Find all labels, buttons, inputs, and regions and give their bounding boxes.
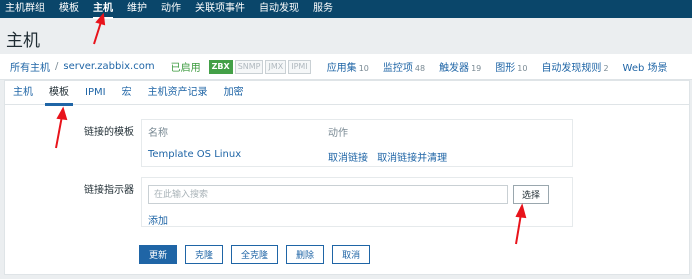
- badge-ipmi: IPMI: [288, 59, 311, 74]
- tab-host[interactable]: 主机: [13, 82, 33, 104]
- link-discovery-rules[interactable]: 自动发现规则 2: [541, 59, 608, 74]
- breadcrumb-all-hosts[interactable]: 所有主机: [10, 59, 50, 74]
- badge-snmp: SNMP: [234, 59, 264, 74]
- link-triggers[interactable]: 触发器 19: [439, 59, 481, 74]
- linked-templates-table: 名称 动作 Template OS Linux 取消链接 取消链接并清理: [141, 119, 573, 167]
- nav-maintenance[interactable]: 维护: [127, 0, 155, 18]
- link-indicator-label: 链接指示器: [84, 185, 134, 196]
- badge-jmx: JMX: [265, 59, 287, 74]
- link-discovery-rules-label: 自动发现规则: [541, 63, 602, 74]
- tab-templates[interactable]: 模板: [45, 82, 73, 106]
- nav-actions[interactable]: 动作: [161, 0, 189, 18]
- link-graphs-count: 10: [517, 64, 528, 73]
- column-action: 动作: [328, 128, 348, 139]
- tab-macros[interactable]: 宏: [122, 82, 132, 104]
- unlink-and-clear-link[interactable]: 取消链接并清理: [377, 153, 447, 164]
- table-header: 名称 动作: [148, 124, 566, 139]
- link-items-count: 48: [414, 64, 426, 73]
- link-applications[interactable]: 应用集 10: [327, 59, 369, 74]
- template-name-link[interactable]: Template OS Linux: [148, 149, 241, 160]
- link-items[interactable]: 监控项 48: [383, 59, 425, 74]
- link-web-scenarios-label: Web 场景: [622, 63, 668, 74]
- unlink-link[interactable]: 取消链接: [328, 153, 368, 164]
- link-applications-label: 应用集: [326, 63, 357, 74]
- link-graphs-label: 图形: [495, 63, 516, 74]
- linked-templates-label: 链接的模板: [84, 127, 134, 138]
- add-link[interactable]: 添加: [148, 212, 168, 227]
- link-applications-count: 10: [358, 64, 369, 73]
- top-navigation: 主机群组 模板 主机 维护 动作 关联项事件 自动发现 服务: [0, 0, 692, 19]
- tab-bar: 主机 模板 IPMI 宏 主机资产记录 加密: [5, 81, 689, 106]
- breadcrumb-host-name[interactable]: server.zabbix.com: [63, 61, 154, 72]
- link-indicator-box: 选择 添加: [141, 177, 573, 227]
- tab-encryption[interactable]: 加密: [224, 82, 244, 104]
- link-triggers-count: 19: [471, 64, 482, 73]
- clone-button[interactable]: 克隆: [185, 245, 224, 264]
- nav-hosts[interactable]: 主机: [93, 0, 121, 19]
- template-search-input[interactable]: [148, 185, 508, 204]
- link-graphs[interactable]: 图形 10: [495, 59, 527, 74]
- link-items-label: 监控项: [382, 63, 413, 74]
- nav-correlation[interactable]: 关联项事件: [195, 0, 253, 18]
- link-triggers-label: 触发器: [439, 63, 470, 74]
- cancel-button[interactable]: 取消: [332, 245, 371, 264]
- nav-discovery[interactable]: 自动发现: [259, 0, 307, 18]
- breadcrumb-separator: /: [55, 61, 59, 72]
- full-clone-button[interactable]: 全克隆: [231, 245, 279, 264]
- nav-host-groups[interactable]: 主机群组: [5, 0, 53, 18]
- badge-zbx: ZBX: [208, 59, 233, 74]
- table-row: Template OS Linux 取消链接 取消链接并清理: [148, 149, 566, 164]
- host-status-enabled[interactable]: 已启用: [171, 59, 201, 74]
- tab-ipmi[interactable]: IPMI: [85, 82, 106, 104]
- host-breadcrumb-bar: 所有主机 / server.zabbix.com 已启用 ZBX SNMP JM…: [0, 54, 692, 80]
- column-name: 名称: [148, 128, 168, 139]
- link-discovery-rules-count: 2: [603, 64, 609, 73]
- nav-services[interactable]: 服务: [313, 0, 341, 18]
- nav-templates[interactable]: 模板: [59, 0, 87, 18]
- select-button[interactable]: 选择: [513, 185, 549, 204]
- form-buttons: 更新 克隆 全克隆 删除 取消: [139, 245, 378, 264]
- host-form-panel: 主机 模板 IPMI 宏 主机资产记录 加密 链接的模板 名称 动作 Templ…: [4, 80, 690, 275]
- link-web-scenarios[interactable]: Web 场景: [623, 59, 668, 74]
- delete-button[interactable]: 删除: [286, 245, 325, 264]
- update-button[interactable]: 更新: [139, 245, 178, 264]
- tab-inventory[interactable]: 主机资产记录: [148, 82, 208, 104]
